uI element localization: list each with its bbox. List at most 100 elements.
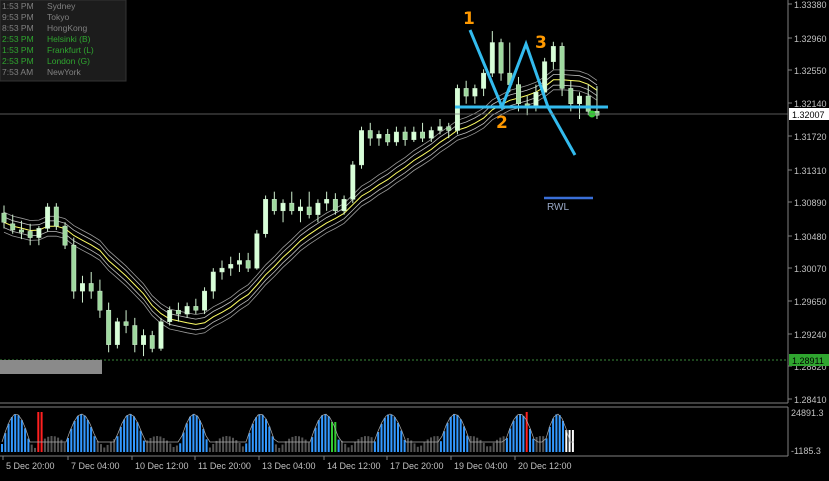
candle-body [114,321,120,345]
current-price-label: 1.32007 [792,110,825,120]
price-tick-label: 1.28410 [794,395,827,405]
session-name: NewYork [47,67,81,77]
candle-body [80,283,85,292]
candle-body [149,335,155,349]
session-name: Sydney [47,1,76,11]
candle-body [306,206,312,215]
time-tick-label: 13 Dec 04:00 [262,461,316,471]
candle-body [550,46,556,62]
indicator-max-label: 24891.3 [791,408,824,418]
candle-body [420,131,426,139]
session-name: London (G) [47,56,90,66]
pattern-point-label: 2 [496,113,508,133]
candle-body [123,321,129,326]
candle-body [315,202,321,215]
candle-body [193,306,199,311]
candle-body [446,126,452,131]
time-tick-label: 20 Dec 12:00 [518,461,572,471]
candle-body [298,206,303,212]
indicator-min-label: -1185.3 [791,446,821,456]
candle-body [228,264,234,269]
candle-body [585,95,591,112]
candle-body [577,95,582,104]
candle-body [437,126,443,131]
price-tick-label: 1.31310 [794,166,827,176]
candle-body [350,164,356,200]
candle-body [516,84,521,104]
price-tick-label: 1.30070 [794,264,827,274]
session-time: 1:53 PM [2,1,34,11]
candle-body [45,206,51,229]
candle-body [367,130,373,139]
price-tick-label: 1.30890 [794,198,827,208]
candle-body [167,309,173,322]
candle-body [202,290,208,311]
session-name: HongKong [47,23,87,33]
time-tick-label: 17 Dec 20:00 [390,461,444,471]
candle-body [385,134,391,143]
candle-body [481,72,487,89]
price-chart[interactable]: 1 2 3 RWL 1.33380 1.32960 1.32550 1.32140 1.317… [0,0,829,477]
session-time: 8:53 PM [2,23,34,33]
price-tick-label: 1.33380 [794,0,827,10]
time-tick-label: 7 Dec 04:00 [71,461,120,471]
candle-body [463,88,469,97]
candle-body [175,309,181,315]
candle-body [271,199,277,212]
candle-body [10,223,16,231]
candle-body [393,131,399,143]
time-tick-label: 19 Dec 04:00 [454,461,508,471]
session-time: 9:53 PM [2,12,34,22]
candle-body [533,91,539,108]
price-tick-label: 1.32550 [794,66,827,76]
session-time: 2:53 PM [2,34,34,44]
time-tick-label: 14 Dec 12:00 [327,461,381,471]
candle-body [498,42,504,74]
price-tick-label: 1.30480 [794,232,827,242]
candle-body [289,202,295,212]
candle-body [219,267,225,273]
candle-body [106,309,112,345]
candle-body [141,335,146,345]
candle-body [36,228,42,238]
price-tick-label: 1.29240 [794,330,827,340]
rwl-label: RWL [547,202,569,213]
candle-body [62,225,68,246]
candle-body [132,325,138,345]
candle-body [489,42,495,74]
time-tick-label: 10 Dec 12:00 [135,461,189,471]
session-time: 2:53 PM [2,56,34,66]
candle-body [411,131,417,140]
price-tick-label: 1.32960 [794,34,827,44]
candle-body [568,88,574,104]
candle-body [18,229,24,233]
candle-body [88,283,94,292]
candle-body [27,231,33,238]
candle-body [376,134,382,139]
candle-body [53,206,59,227]
candle-body [402,131,408,140]
price-tick-label: 1.29650 [794,297,827,307]
time-tick-label: 11 Dec 20:00 [198,461,251,471]
session-name: Frankfurt (L) [47,45,94,55]
candle-body [472,88,478,97]
session-name: Helsinki (B) [47,34,91,44]
candle-body [97,290,103,311]
session-time: 1:53 PM [2,45,34,55]
chart-window: 1 2 3 RWL 1.33380 1.32960 1.32550 1.32140 1.317… [0,0,829,477]
candle-body [1,212,7,223]
candle-body [280,202,286,212]
pattern-point-label: 1 [463,9,475,29]
time-tick-label: 5 Dec 20:00 [6,461,55,471]
session-time: 7:53 AM [2,67,33,77]
candle-body [210,271,216,292]
range-box [0,360,102,374]
candle-body [332,199,338,212]
candle-body [254,233,260,269]
candle-body [428,130,434,139]
session-name: Tokyo [47,12,69,22]
candle-body [158,321,164,349]
price-tick-label: 1.32140 [794,99,827,109]
pattern-point-label: 3 [535,33,547,53]
candle-body [184,306,190,315]
